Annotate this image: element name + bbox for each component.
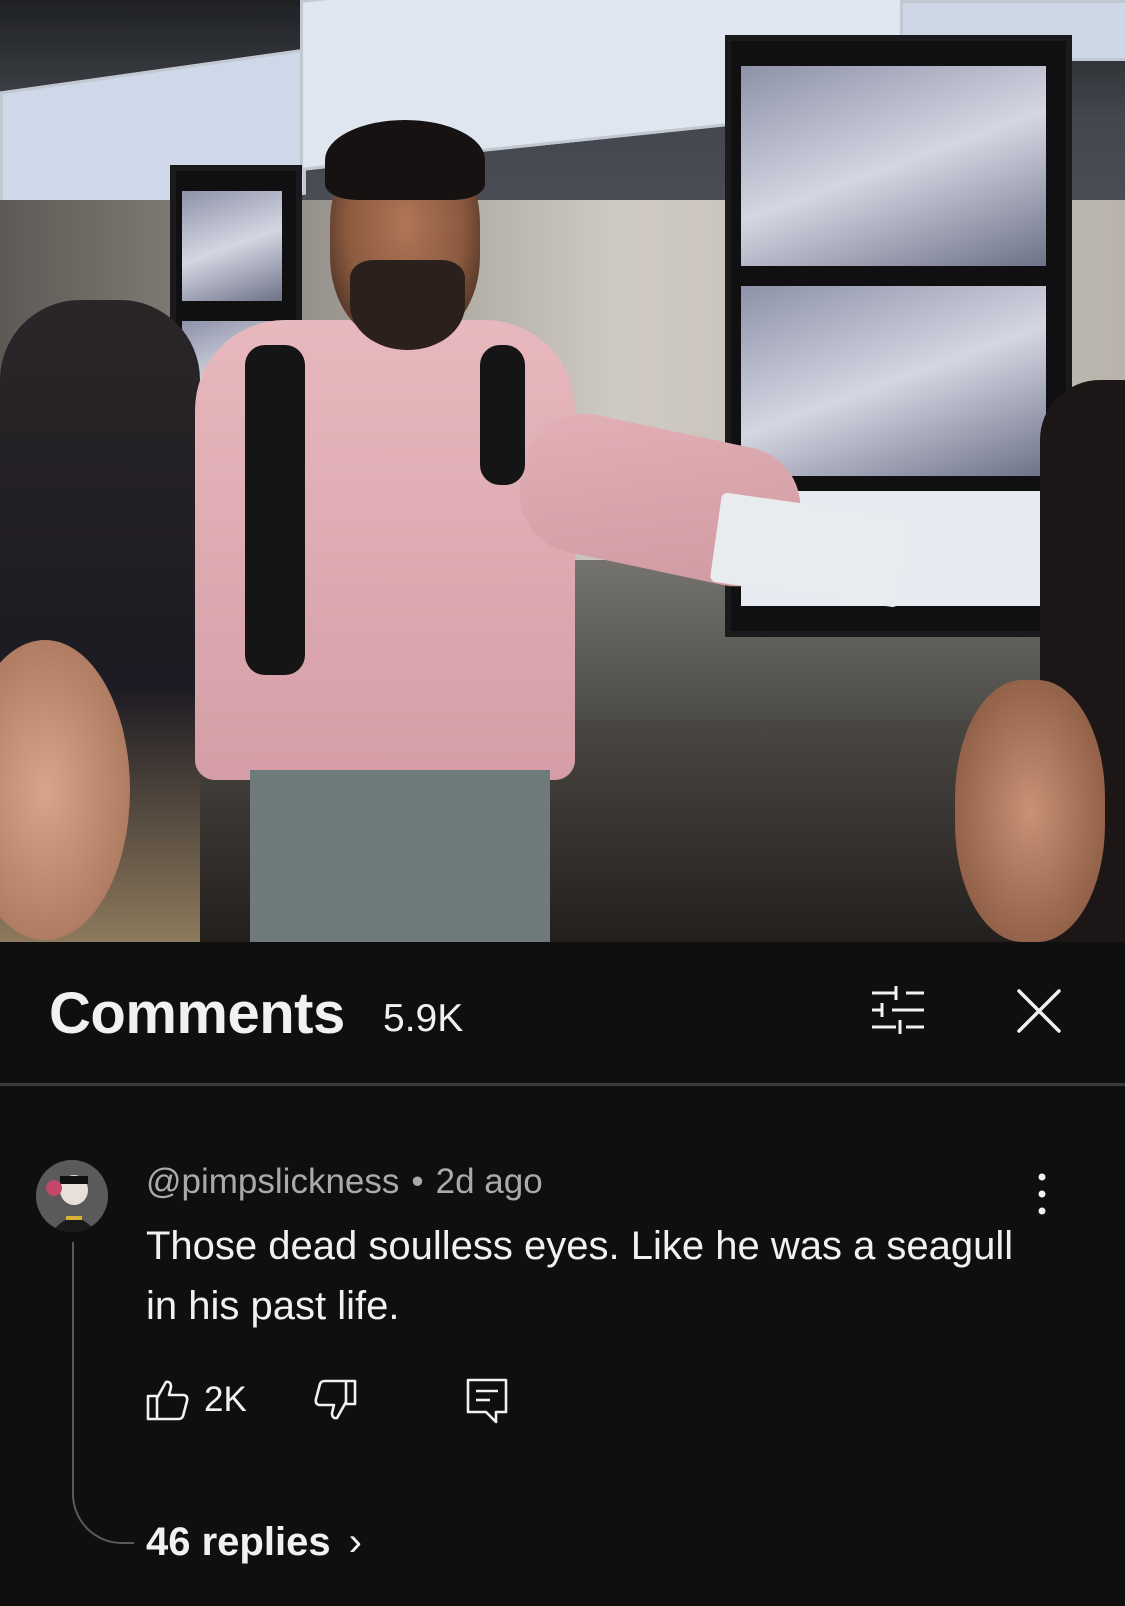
meta-separator: • <box>411 1162 424 1201</box>
reply-icon[interactable] <box>466 1378 508 1424</box>
comment-author[interactable]: @pimpslickness <box>146 1162 399 1201</box>
video-hand-right <box>955 680 1105 942</box>
avatar[interactable] <box>36 1160 108 1232</box>
comment-meta: @pimpslickness • 2d ago <box>146 1162 543 1202</box>
thumbs-up-icon[interactable] <box>146 1378 190 1422</box>
chevron-right-icon: › <box>348 1520 362 1564</box>
like-count: 2K <box>204 1380 247 1419</box>
header-divider <box>0 1083 1125 1086</box>
close-icon[interactable] <box>1015 987 1063 1035</box>
video-person-pants <box>250 770 550 942</box>
replies-label: 46 replies <box>146 1520 331 1564</box>
video-backpack-strap <box>480 345 525 485</box>
sort-filter-icon[interactable] <box>870 985 926 1035</box>
video-backpack-strap <box>245 345 305 675</box>
video-person-beard <box>350 260 465 350</box>
comments-title: Comments <box>49 981 345 1046</box>
comment-text: Those dead soulless eyes. Like he was a … <box>146 1224 1014 1328</box>
thumbs-down-icon[interactable] <box>313 1378 357 1422</box>
more-options-icon[interactable] <box>1036 1172 1048 1216</box>
video-person-hair <box>325 120 485 200</box>
reply-thread-line <box>72 1242 134 1544</box>
comment-time: 2d ago <box>435 1162 543 1201</box>
avatar-image <box>36 1160 108 1232</box>
video-player[interactable] <box>0 0 1125 942</box>
view-replies-button[interactable]: 46 replies › <box>146 1520 362 1565</box>
comments-count: 5.9K <box>383 997 464 1040</box>
